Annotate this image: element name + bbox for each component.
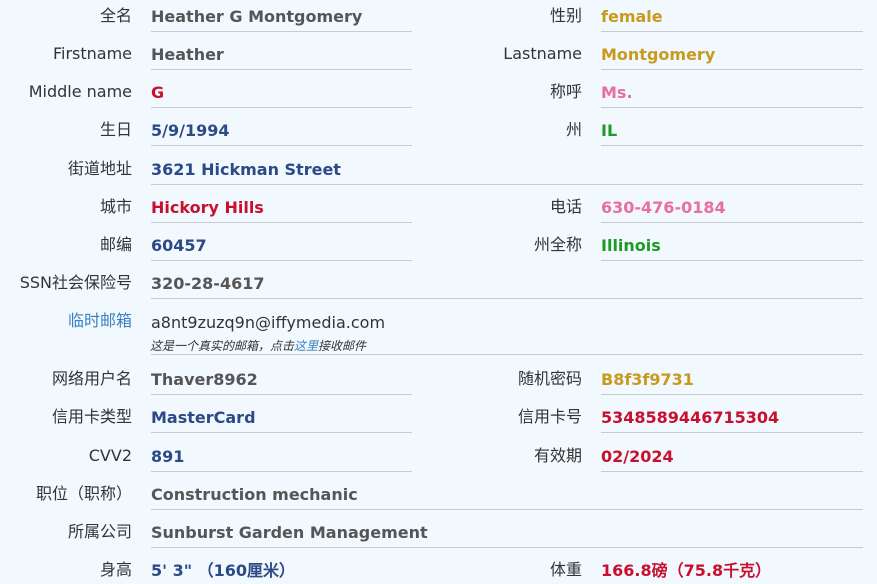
title-label: 称呼 [549, 82, 582, 101]
temp-email-underline [151, 354, 863, 355]
weight-value: 166.8磅（75.8千克） [601, 561, 772, 580]
birthday-label: 生日 [99, 120, 132, 139]
fullname-label: 全名 [99, 6, 132, 25]
firstname-value: Heather [151, 45, 412, 70]
phone-label: 电话 [549, 197, 582, 216]
city-value: Hickory Hills [151, 198, 412, 223]
cvv2-value: 891 [151, 447, 412, 472]
state-value: IL [601, 121, 863, 146]
birthday-value: 5/9/1994 [151, 121, 412, 146]
gender-label: 性别 [549, 6, 582, 25]
username-label: 网络用户名 [51, 369, 132, 388]
username-value: Thaver8962 [151, 370, 412, 395]
height-label: 身高 [99, 560, 132, 579]
company-label: 所属公司 [67, 522, 132, 541]
ssn-label: SSN社会保险号 [19, 273, 132, 292]
lastname-label: Lastname [503, 44, 582, 63]
state-label: 州 [565, 120, 582, 139]
password-value: B8f3f9731 [601, 370, 863, 395]
card-number-label: 信用卡号 [517, 407, 582, 426]
lastname-value: Montgomery [601, 45, 863, 70]
password-label: 随机密码 [517, 369, 582, 388]
card-number-value: 5348589446715304 [601, 408, 863, 433]
state-full-value: Illinois [601, 236, 863, 261]
card-type-value: MasterCard [151, 408, 412, 433]
occupation-label: 职位（职称） [35, 484, 132, 503]
company-value: Sunburst Garden Management [151, 523, 863, 548]
state-full-label: 州全称 [533, 235, 582, 254]
height-value: 5' 3" （160厘米） [151, 561, 296, 580]
cvv2-label: CVV2 [88, 446, 132, 465]
middlename-label: Middle name [28, 82, 132, 101]
expiry-label: 有效期 [533, 446, 582, 465]
gender-value: female [601, 7, 863, 32]
phone-value: 630-476-0184 [601, 198, 863, 223]
expiry-value: 02/2024 [601, 447, 863, 472]
zipcode-value: 60457 [151, 236, 412, 261]
city-label: 城市 [99, 197, 132, 216]
firstname-label: Firstname [52, 44, 132, 63]
zipcode-label: 邮编 [99, 235, 132, 254]
email-note: 这是一个真实的邮箱，点击这里接收邮件 [150, 339, 367, 353]
street-value: 3621 Hickman Street [151, 160, 863, 185]
occupation-value: Construction mechanic [151, 485, 863, 510]
middlename-value: G [151, 83, 412, 108]
title-value: Ms. [601, 83, 863, 108]
fullname-value: Heather G Montgomery [151, 7, 412, 32]
weight-label: 体重 [549, 560, 582, 579]
street-label: 街道地址 [67, 159, 132, 178]
email-receive-link[interactable]: 这里 [294, 339, 318, 353]
temp-email-value: a8nt9zuzq9n@iffymedia.com [151, 313, 386, 332]
card-type-label: 信用卡类型 [51, 407, 132, 426]
temp-email-label[interactable]: 临时邮箱 [68, 311, 132, 331]
ssn-value: 320-28-4617 [151, 274, 863, 299]
